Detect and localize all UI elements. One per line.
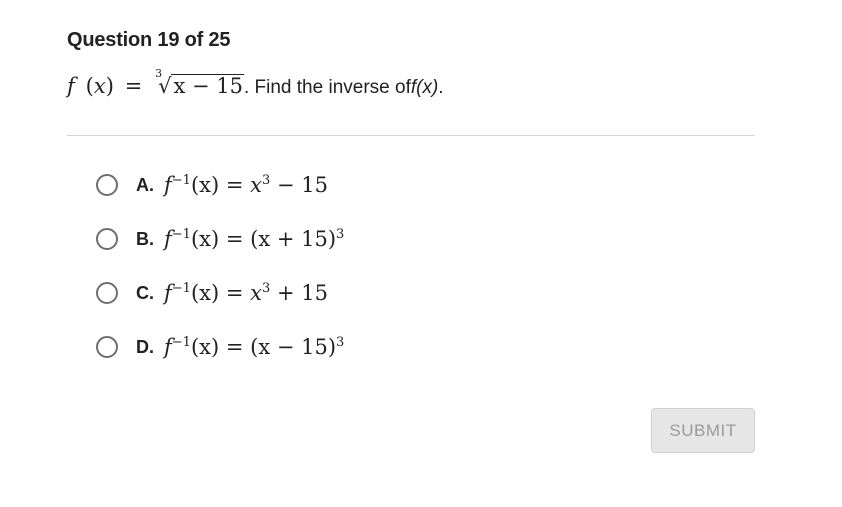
option-letter: B. — [136, 228, 154, 249]
option-tail: − 15 — [270, 173, 328, 197]
question-counter: Question 19 of 25 — [67, 29, 231, 51]
radio-button[interactable] — [96, 174, 118, 196]
prompt-end: . — [438, 77, 444, 98]
radio-button[interactable] — [96, 282, 118, 304]
open-paren: ( — [81, 74, 94, 98]
option-lhs-sup: −1 — [171, 281, 191, 296]
option-letter: C. — [136, 282, 154, 303]
option-body: x — [250, 281, 262, 305]
prompt-target-function: f(x) — [410, 77, 439, 98]
cube-root: 3 √x − 15 — [155, 67, 244, 98]
root-index: 3 — [155, 67, 163, 80]
option-letter: A. — [136, 174, 154, 195]
option-tail: + 15 — [270, 281, 328, 305]
function-name: f — [67, 74, 75, 98]
radicand: x − 15 — [171, 74, 244, 98]
answer-options: A. f−1(x) = x3 − 15 B. f−1(x) = (x + 15)… — [96, 158, 344, 374]
option-arg: (x) = — [190, 281, 251, 305]
option-arg: (x) = — [190, 173, 251, 197]
question-prompt: f (x) = 3 √x − 15 . Find the inverse of f… — [67, 67, 444, 104]
option-lhs: f — [164, 227, 172, 251]
option-lhs: f — [164, 173, 172, 197]
option-expression: f−1(x) = (x + 15)3 — [164, 227, 344, 251]
option-expression: f−1(x) = x3 − 15 — [164, 173, 328, 197]
option-lhs: f — [164, 281, 172, 305]
submit-button[interactable]: SUBMIT — [651, 408, 755, 453]
prompt-target: f(x) — [411, 77, 438, 99]
option-expression: f−1(x) = x3 + 15 — [164, 281, 328, 305]
option-b[interactable]: B. f−1(x) = (x + 15)3 — [96, 212, 344, 266]
divider — [67, 135, 755, 136]
close-paren: ) — [105, 74, 119, 98]
option-a[interactable]: A. f−1(x) = x3 − 15 — [96, 158, 344, 212]
option-body-sup: 3 — [336, 335, 345, 350]
option-body: (x − 15) — [250, 335, 337, 359]
function-variable: x — [93, 74, 106, 98]
option-lhs-sup: −1 — [171, 227, 191, 242]
prompt-text: . Find the inverse of — [243, 77, 411, 98]
option-lhs-sup: −1 — [171, 173, 191, 188]
radio-button[interactable] — [96, 228, 118, 250]
option-body: (x + 15) — [250, 227, 337, 251]
option-c[interactable]: C. f−1(x) = x3 + 15 — [96, 266, 344, 320]
equals-sign: = — [124, 74, 143, 98]
option-body: x — [250, 173, 262, 197]
function-expression: f (x) = 3 √x − 15 — [67, 67, 244, 98]
option-body-sup: 3 — [336, 227, 345, 242]
option-arg: (x) = — [190, 227, 251, 251]
option-expression: f−1(x) = (x − 15)3 — [164, 335, 344, 359]
radio-button[interactable] — [96, 336, 118, 358]
option-lhs: f — [164, 335, 172, 359]
option-arg: (x) = — [190, 335, 251, 359]
option-letter: D. — [136, 336, 154, 357]
option-d[interactable]: D. f−1(x) = (x − 15)3 — [96, 320, 344, 374]
option-lhs-sup: −1 — [171, 335, 191, 350]
